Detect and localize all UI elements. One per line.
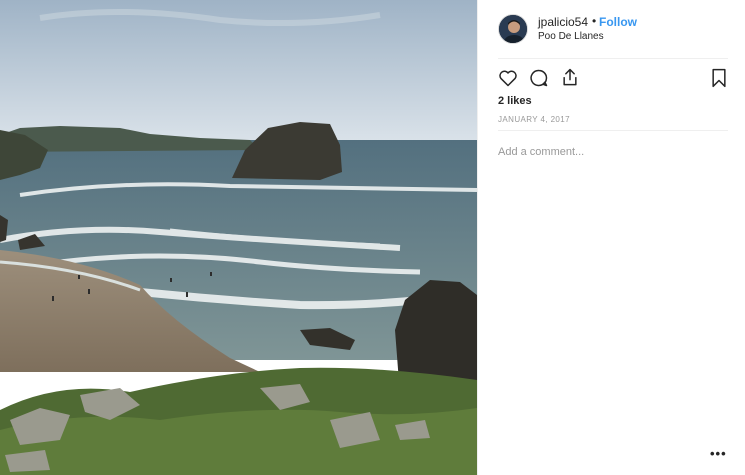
comment-divider xyxy=(498,130,728,131)
post-header: jpalicio54 • Follow Poo De Llanes xyxy=(478,0,745,58)
header-divider xyxy=(498,58,728,59)
user-avatar-icon xyxy=(499,15,527,43)
beach-landscape-image xyxy=(0,0,477,475)
post-details-panel: jpalicio54 • Follow Poo De Llanes 2 like… xyxy=(477,0,745,475)
post-date[interactable]: JANUARY 4, 2017 xyxy=(498,115,570,124)
comment-icon[interactable] xyxy=(529,68,549,93)
location-link[interactable]: Poo De Llanes xyxy=(538,31,604,42)
follow-button[interactable]: Follow xyxy=(599,15,637,29)
separator-dot: • xyxy=(592,14,597,28)
username-link[interactable]: jpalicio54 xyxy=(538,15,588,29)
heart-icon[interactable] xyxy=(498,68,518,93)
likes-count[interactable]: 2 likes xyxy=(498,95,532,107)
avatar[interactable] xyxy=(498,14,528,44)
share-icon[interactable] xyxy=(560,67,580,93)
post-photo[interactable] xyxy=(0,0,477,475)
more-options-icon[interactable]: ••• xyxy=(710,446,727,461)
bookmark-icon[interactable] xyxy=(710,68,728,93)
add-comment-input[interactable]: Add a comment... xyxy=(498,146,584,158)
